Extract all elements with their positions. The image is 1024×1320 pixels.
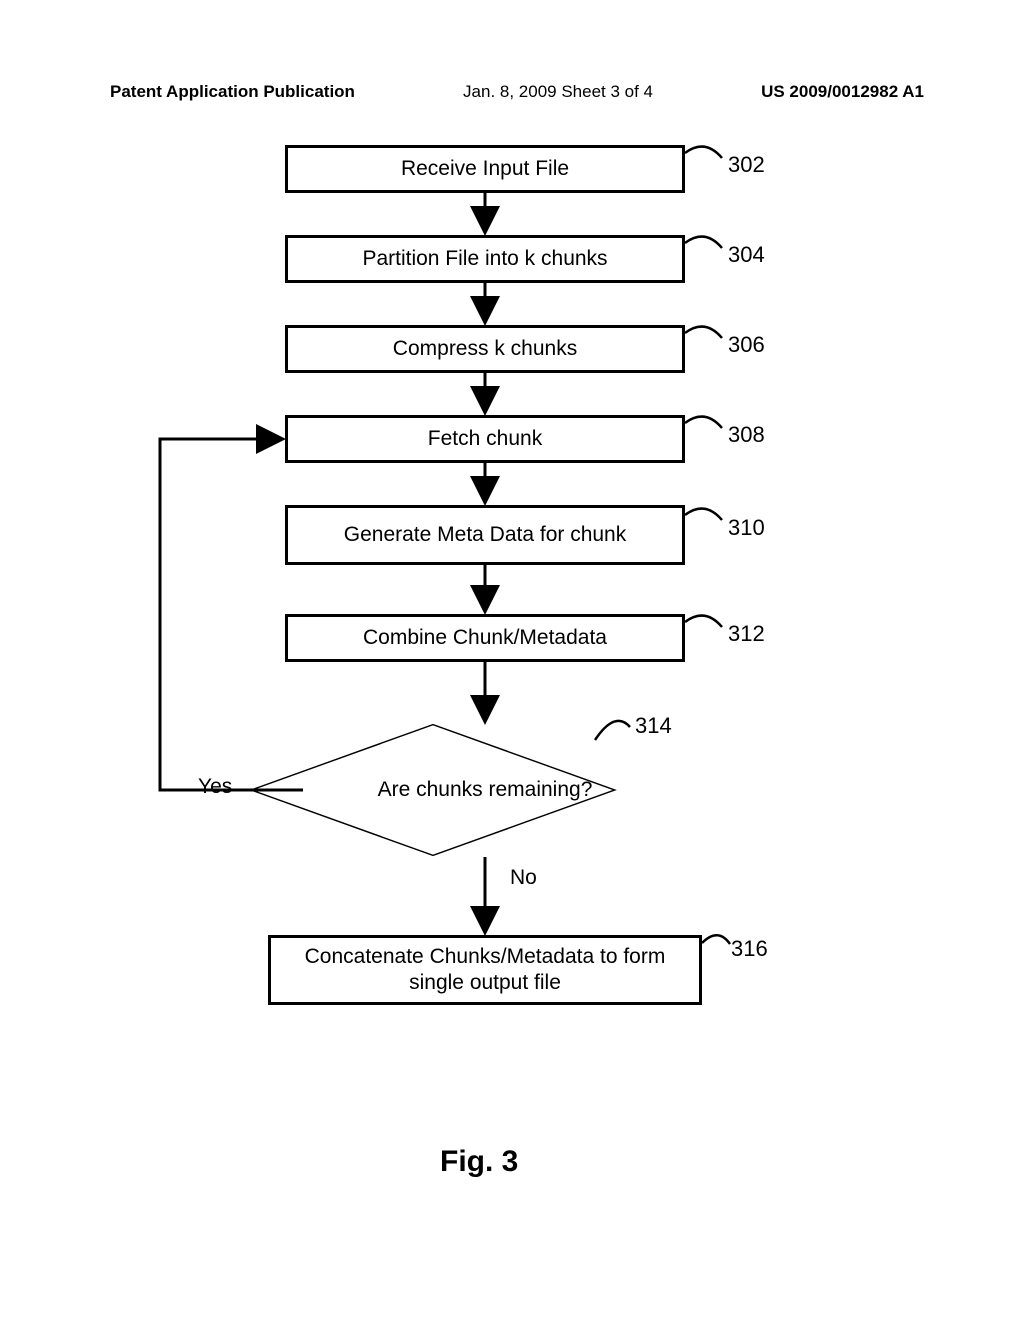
header-pubnum: US 2009/0012982 A1 xyxy=(761,82,924,102)
flowchart: Receive Input File Partition File into k… xyxy=(90,130,920,1180)
step-fetch-chunk: Fetch chunk xyxy=(285,415,685,463)
branch-no: No xyxy=(510,866,537,890)
step-concatenate: Concatenate Chunks/Metadata to form sing… xyxy=(268,935,702,1005)
step-gen-metadata: Generate Meta Data for chunk xyxy=(285,505,685,565)
header-date-sheet: Jan. 8, 2009 Sheet 3 of 4 xyxy=(463,82,653,102)
ref-310: 310 xyxy=(728,515,765,541)
ref-314: 314 xyxy=(635,713,672,739)
ref-308: 308 xyxy=(728,422,765,448)
header-pub: Patent Application Publication xyxy=(110,82,355,102)
figure-label: Fig. 3 xyxy=(440,1145,518,1179)
ref-302: 302 xyxy=(728,152,765,178)
step-combine: Combine Chunk/Metadata xyxy=(285,614,685,662)
step-partition: Partition File into k chunks xyxy=(285,235,685,283)
ref-306: 306 xyxy=(728,332,765,358)
branch-yes: Yes xyxy=(198,775,232,799)
ref-316: 316 xyxy=(731,936,768,962)
step-receive-input: Receive Input File xyxy=(285,145,685,193)
ref-312: 312 xyxy=(728,621,765,647)
page-header: Patent Application Publication Jan. 8, 2… xyxy=(0,82,1024,102)
step-compress: Compress k chunks xyxy=(285,325,685,373)
decision-label: Are chunks remaining? xyxy=(285,778,685,802)
ref-304: 304 xyxy=(728,242,765,268)
